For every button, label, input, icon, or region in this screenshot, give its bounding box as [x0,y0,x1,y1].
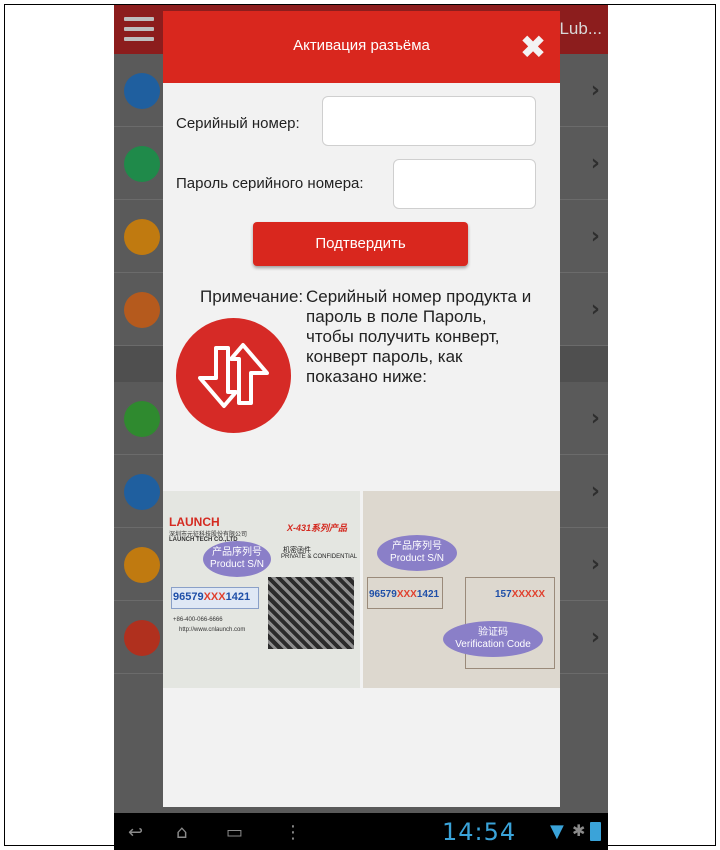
serial-number: 96579XXX1421 [173,591,251,603]
envelope-photo-code: 产品序列号 Product S/N 96579XXX1421 157XXXXX … [363,491,560,688]
note-title: Примечание: [200,287,304,306]
app-title: Lub... [559,19,602,38]
bubble-en: Product S/N [390,553,444,564]
product-badge: X-431系列产品 [287,523,348,533]
code-bubble: 验证码 Verification Code [443,621,543,657]
gauge-icon [124,401,160,437]
chevron-right-icon: › [590,406,600,431]
chevron-right-icon: › [590,552,600,577]
back-icon[interactable]: ↩ [128,822,143,843]
overflow-menu-icon[interactable]: ⋮ [284,822,302,843]
share-icon [124,146,160,182]
serial-label: Серийный номер: [176,115,300,132]
serial-bubble: 产品序列号 Product S/N [203,541,271,577]
serial-bubble: 产品序列号 Product S/N [377,535,457,571]
status-clock: 14:54 [442,818,517,846]
chevron-right-icon: › [590,151,600,176]
launch-brand: LAUNCH [169,515,220,529]
phone-number: +86-400-066-6666 [173,617,223,623]
chevron-right-icon: › [590,479,600,504]
envelope-en: PRIVATE & CONFIDENTIAL [281,554,358,560]
wifi-icon: ▼ [550,821,564,842]
recents-icon[interactable]: ▭ [226,822,243,843]
bubble-en: Product S/N [210,559,264,570]
chevron-right-icon: › [590,78,600,103]
scratch-pattern [268,577,354,649]
printer-icon [124,547,160,583]
note-text: Серийный номер продукта и пароль в поле … [306,287,532,386]
close-icon[interactable]: ✖ [515,29,551,65]
chevron-right-icon: › [590,625,600,650]
chart-icon [124,73,160,109]
globe-icon [124,292,160,328]
password-label: Пароль серийного номера: [176,175,364,192]
hamburger-menu-icon[interactable] [124,17,154,41]
chevron-right-icon: › [590,224,600,249]
activation-dialog: Активация разъёма ✖ Серийный номер: Паро… [163,11,560,807]
bubble-cn: 产品序列号 [392,541,442,552]
bluetooth-icon: ✱ [572,821,586,840]
id-card-icon [124,474,160,510]
battery-icon [590,822,601,841]
chevron-right-icon: › [590,297,600,322]
settings-icon [124,620,160,656]
serial-number: 96579XXX1421 [369,589,440,600]
confirm-button[interactable]: Подтвердить [253,222,468,266]
code-bubble-cn: 验证码 [478,627,508,638]
serial-input[interactable] [322,96,536,146]
code-bubble-en: Verification Code [455,639,531,650]
home-icon[interactable]: ⌂ [176,822,187,843]
envelope-photo-serial: LAUNCH 深圳市元征科技股份有限公司 LAUNCH TECH CO.,LTD… [163,491,360,688]
website: http://www.cnlaunch.com [179,627,246,633]
system-nav-bar: ↩ ⌂ ▭ ⋮ 14:54 ▼ ✱ [114,813,608,850]
dialog-title: Активация разъёма [293,37,430,54]
launch-logo [176,318,291,433]
password-input[interactable] [393,159,536,209]
dialog-header: Активация разъёма ✖ [163,11,560,83]
verification-code: 157XXXXX [495,589,546,600]
folder-star-icon [124,219,160,255]
arrows-logo-icon [198,343,269,408]
bubble-cn: 产品序列号 [212,547,262,558]
